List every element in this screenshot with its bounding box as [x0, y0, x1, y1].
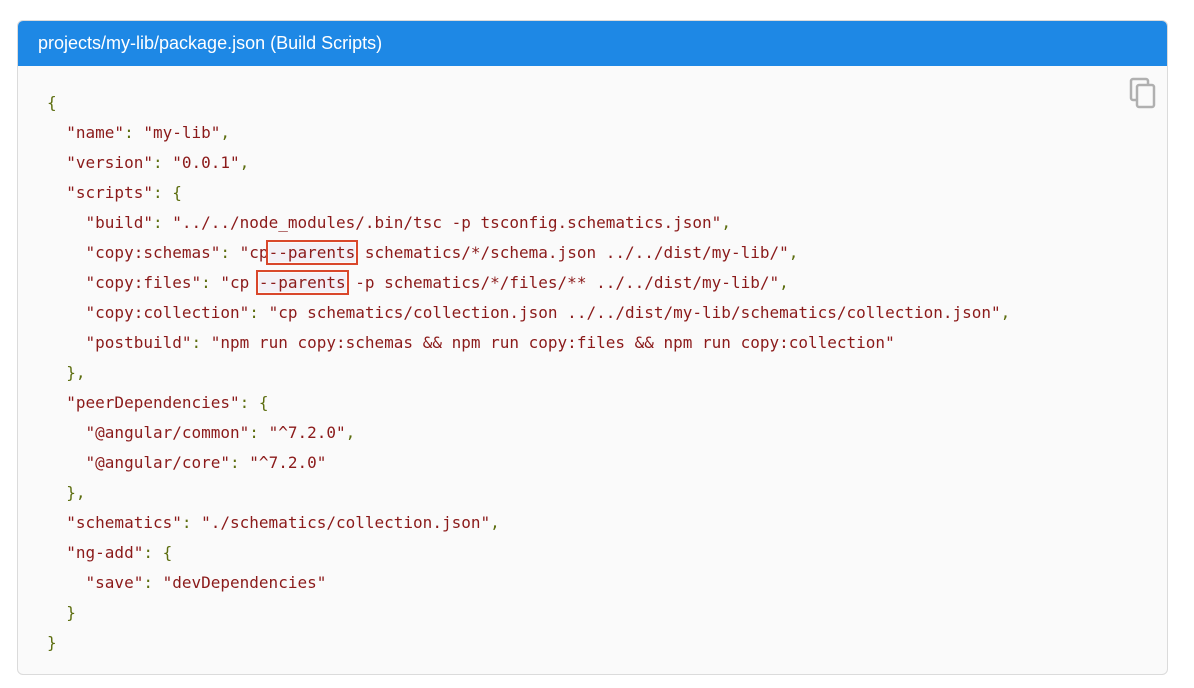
copy-button[interactable] [1128, 76, 1158, 110]
code-example-title: projects/my-lib/package.json (Build Scri… [18, 21, 1167, 66]
code-block: { "name": "my-lib", "version": "0.0.1", … [47, 88, 1010, 658]
code-line: } [47, 633, 57, 652]
code-line: "peerDependencies": { [66, 393, 269, 412]
code-line: } [66, 603, 76, 622]
code-example: projects/my-lib/package.json (Build Scri… [17, 20, 1168, 675]
code-line: "copy:files": "cp --parents -p schematic… [85, 270, 789, 295]
code-line: }, [66, 483, 86, 502]
copy-icon [1129, 77, 1156, 109]
code-line: "copy:collection": "cp schematics/collec… [85, 303, 1011, 322]
code-line: { [47, 93, 57, 112]
code-line: "name": "my-lib", [66, 123, 231, 142]
code-line: "copy:schemas": "cp--parents schematics/… [85, 240, 799, 265]
code-line: "postbuild": "npm run copy:schemas && np… [85, 333, 895, 352]
code-line: "ng-add": { [66, 543, 173, 562]
code-line: "scripts": { [66, 183, 182, 202]
code-line: "save": "devDependencies" [85, 573, 327, 592]
code-line: "version": "0.0.1", [66, 153, 250, 172]
code-line: "@angular/core": "^7.2.0" [85, 453, 327, 472]
highlight-parents-flag: --parents [255, 270, 349, 295]
code-line: }, [66, 363, 86, 382]
code-line: "build": "../../node_modules/.bin/tsc -p… [85, 213, 731, 232]
code-line: "schematics": "./schematics/collection.j… [66, 513, 500, 532]
code-line: "@angular/common": "^7.2.0", [85, 423, 356, 442]
highlight-parents-flag: --parents [265, 240, 359, 265]
